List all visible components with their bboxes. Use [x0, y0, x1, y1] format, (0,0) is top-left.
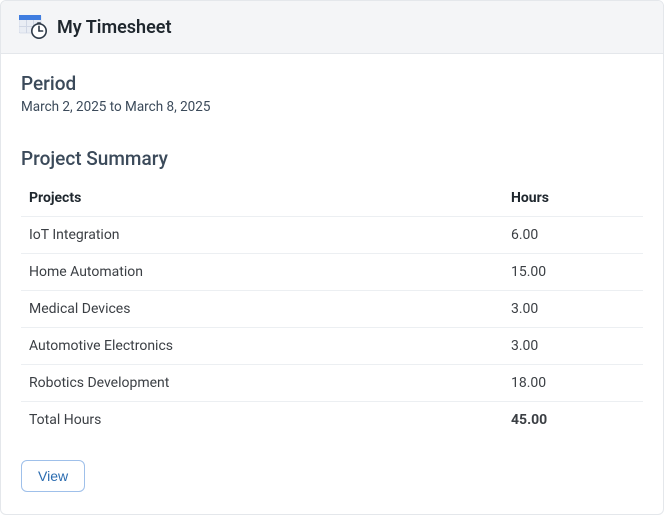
- project-name: Robotics Development: [21, 365, 503, 402]
- col-projects: Projects: [21, 180, 503, 217]
- table-row: Medical Devices 3.00: [21, 291, 643, 328]
- table-row: Home Automation 15.00: [21, 254, 643, 291]
- project-hours: 18.00: [503, 365, 643, 402]
- card-header: My Timesheet: [1, 1, 663, 54]
- table-row: IoT Integration 6.00: [21, 217, 643, 254]
- project-hours: 3.00: [503, 291, 643, 328]
- view-button[interactable]: View: [21, 460, 85, 492]
- card-title: My Timesheet: [57, 17, 172, 38]
- timesheet-card: My Timesheet Period March 2, 2025 to Mar…: [0, 0, 664, 515]
- actions: View: [21, 460, 643, 492]
- project-name: IoT Integration: [21, 217, 503, 254]
- period-label: Period: [21, 72, 643, 95]
- card-body: Period March 2, 2025 to March 8, 2025 Pr…: [1, 54, 663, 514]
- project-name: Automotive Electronics: [21, 328, 503, 365]
- summary-title: Project Summary: [21, 147, 643, 170]
- period-range: March 2, 2025 to March 8, 2025: [21, 99, 643, 115]
- timesheet-clock-icon: [19, 15, 47, 39]
- table-row: Robotics Development 18.00: [21, 365, 643, 402]
- table-row: Automotive Electronics 3.00: [21, 328, 643, 365]
- total-hours: 45.00: [503, 402, 643, 439]
- project-name: Home Automation: [21, 254, 503, 291]
- project-summary-table: Projects Hours IoT Integration 6.00 Home…: [21, 180, 643, 438]
- project-name: Medical Devices: [21, 291, 503, 328]
- project-hours: 3.00: [503, 328, 643, 365]
- project-hours: 15.00: [503, 254, 643, 291]
- total-label: Total Hours: [21, 402, 503, 439]
- project-hours: 6.00: [503, 217, 643, 254]
- total-row: Total Hours 45.00: [21, 402, 643, 439]
- col-hours: Hours: [503, 180, 643, 217]
